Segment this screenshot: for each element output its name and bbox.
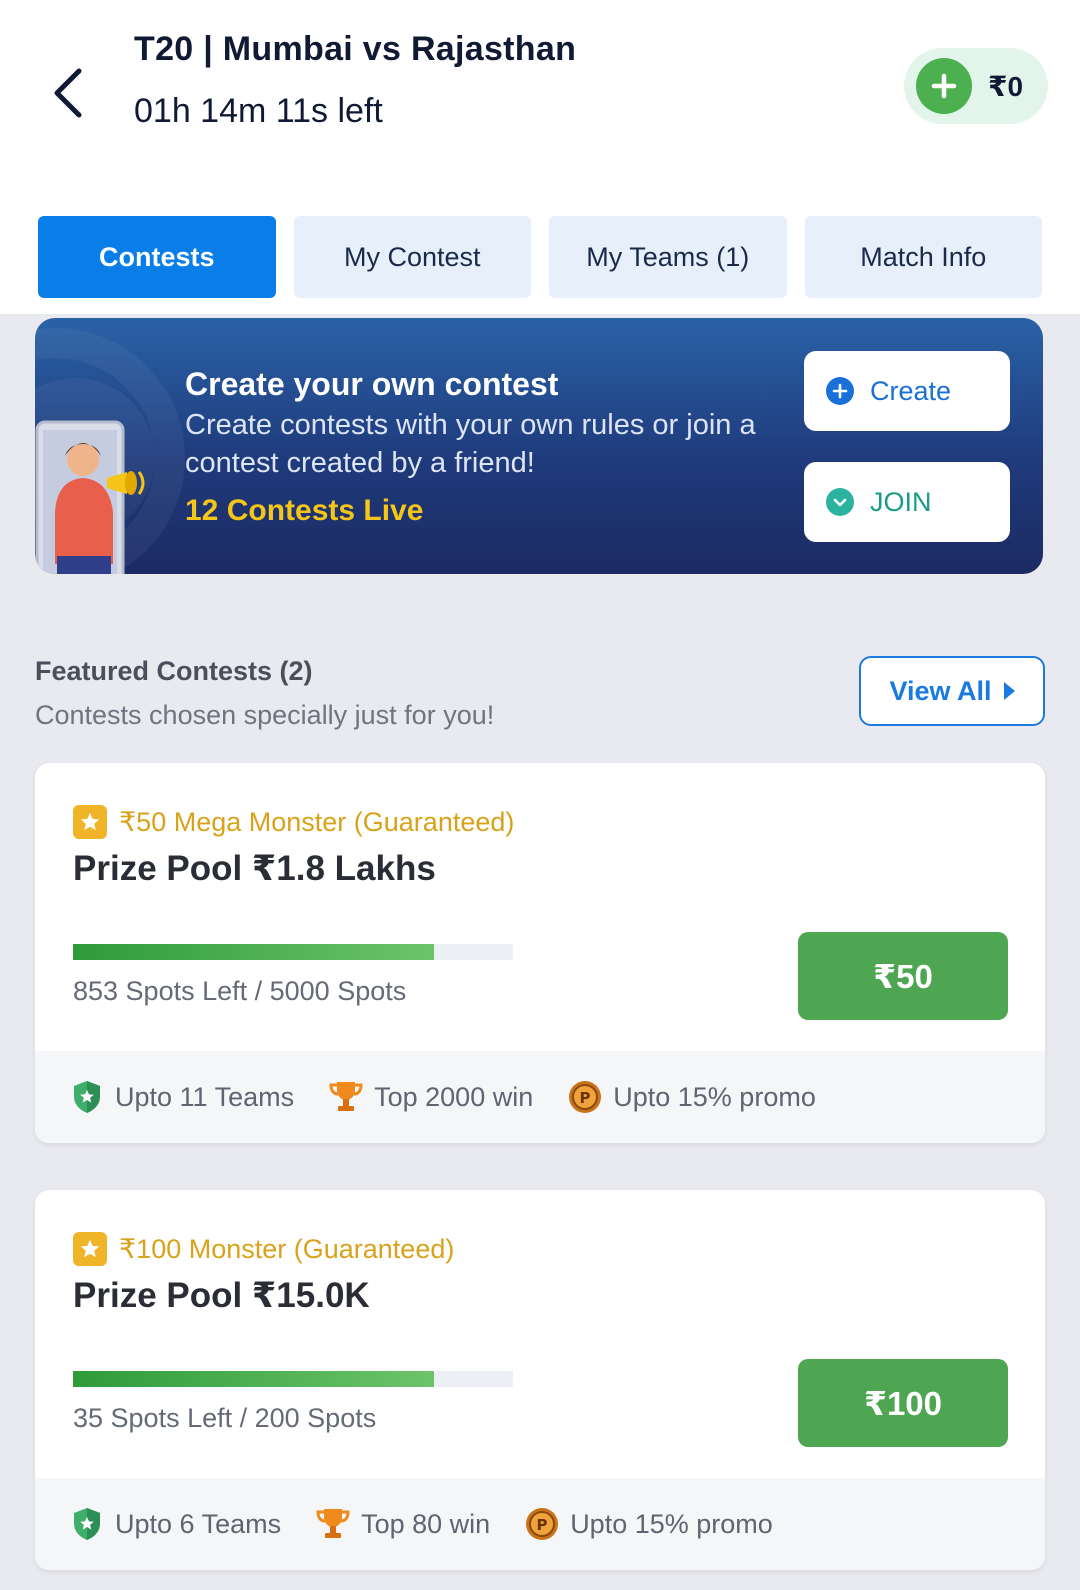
wallet-balance: ₹0	[988, 70, 1024, 102]
winners-label: Top 80 win	[361, 1508, 491, 1539]
spots-left: 853 Spots Left / 5000 Spots	[73, 976, 407, 1006]
create-label: Create	[870, 375, 952, 406]
wallet-button[interactable]: ₹0	[904, 48, 1048, 124]
svg-text:P: P	[580, 1089, 591, 1107]
star-icon	[73, 1232, 107, 1266]
spots-progress-bar	[73, 944, 513, 960]
feature-winners: Top 80 win	[315, 1506, 490, 1542]
promo-label: Upto 15% promo	[570, 1508, 773, 1539]
star-icon	[73, 805, 107, 839]
contest-name-label: ₹100 Monster (Guaranteed)	[119, 1233, 455, 1264]
contest-name-label: ₹50 Mega Monster (Guaranteed)	[119, 806, 515, 837]
tab-my-contest[interactable]: My Contest	[293, 216, 531, 298]
teams-label: Upto 11 Teams	[115, 1081, 295, 1112]
featured-subtitle: Contests chosen specially just for you!	[35, 700, 495, 730]
create-contest-button[interactable]: Create	[804, 351, 1010, 431]
tab-contests[interactable]: Contests	[38, 216, 276, 298]
tab-match-info[interactable]: Match Info	[804, 216, 1042, 298]
shield-icon	[69, 1079, 105, 1115]
prize-pool: Prize Pool ₹1.8 Lakhs	[73, 849, 436, 888]
match-timer: 01h 14m 11s left	[134, 92, 383, 130]
spots-left: 35 Spots Left / 200 Spots	[73, 1403, 377, 1433]
tab-bar: Contests My Contest My Teams (1) Match I…	[38, 216, 1042, 298]
promo-label: Upto 15% promo	[613, 1081, 816, 1112]
teams-label: Upto 6 Teams	[115, 1508, 282, 1539]
chevron-left-icon	[54, 68, 82, 118]
feature-winners: Top 2000 win	[328, 1079, 533, 1115]
join-fee-button[interactable]: ₹100	[798, 1359, 1008, 1447]
add-money-icon	[916, 58, 972, 114]
contest-card[interactable]: ₹100 Monster (Guaranteed) Prize Pool ₹15…	[35, 1190, 1045, 1570]
trophy-icon	[328, 1079, 364, 1115]
create-contest-banner: Create your own contest Create contests …	[35, 318, 1043, 574]
banner-title: Create your own contest	[185, 366, 559, 402]
spots-progress-fill	[73, 944, 434, 960]
spots-progress-bar	[73, 1371, 513, 1387]
contest-name: ₹50 Mega Monster (Guaranteed)	[73, 805, 514, 839]
plus-icon	[826, 377, 854, 405]
tab-my-teams[interactable]: My Teams (1)	[549, 216, 787, 298]
featured-title: Featured Contests (2)	[35, 656, 313, 686]
back-button[interactable]	[40, 58, 96, 128]
shield-icon	[69, 1506, 105, 1542]
prize-pool: Prize Pool ₹15.0K	[73, 1276, 370, 1315]
match-title: T20 | Mumbai vs Rajasthan	[134, 30, 577, 68]
contest-card[interactable]: ₹50 Mega Monster (Guaranteed) Prize Pool…	[35, 763, 1045, 1143]
header: T20 | Mumbai vs Rajasthan 01h 14m 11s le…	[0, 0, 1080, 314]
feature-promo: P Upto 15% promo	[567, 1079, 816, 1115]
promo-coin-icon: P	[567, 1079, 603, 1115]
contest-features: Upto 6 Teams Top 80 win P Upto 15% promo	[35, 1478, 1045, 1570]
banner-description: Create contests with your own rules or j…	[185, 409, 756, 479]
winners-label: Top 2000 win	[374, 1081, 534, 1112]
view-all-label: View All	[889, 675, 992, 706]
join-label: JOIN	[870, 486, 932, 517]
chevron-down-icon	[826, 488, 854, 516]
trophy-icon	[315, 1506, 351, 1542]
view-all-button[interactable]: View All	[859, 656, 1045, 726]
feature-teams: Upto 11 Teams	[69, 1079, 294, 1115]
megaphone-person-illustration	[35, 420, 145, 574]
svg-text:P: P	[537, 1516, 548, 1534]
join-contest-button[interactable]: JOIN	[804, 462, 1010, 542]
contest-features: Upto 11 Teams Top 2000 win P Upto 15% pr…	[35, 1051, 1045, 1143]
contest-name: ₹100 Monster (Guaranteed)	[73, 1232, 454, 1266]
feature-promo: P Upto 15% promo	[524, 1506, 773, 1542]
feature-teams: Upto 6 Teams	[69, 1506, 281, 1542]
caret-right-icon	[1003, 682, 1015, 700]
promo-coin-icon: P	[524, 1506, 560, 1542]
spots-progress-fill	[73, 1371, 434, 1387]
live-contests-count: 12 Contests Live	[185, 494, 424, 527]
join-fee-button[interactable]: ₹50	[798, 932, 1008, 1020]
